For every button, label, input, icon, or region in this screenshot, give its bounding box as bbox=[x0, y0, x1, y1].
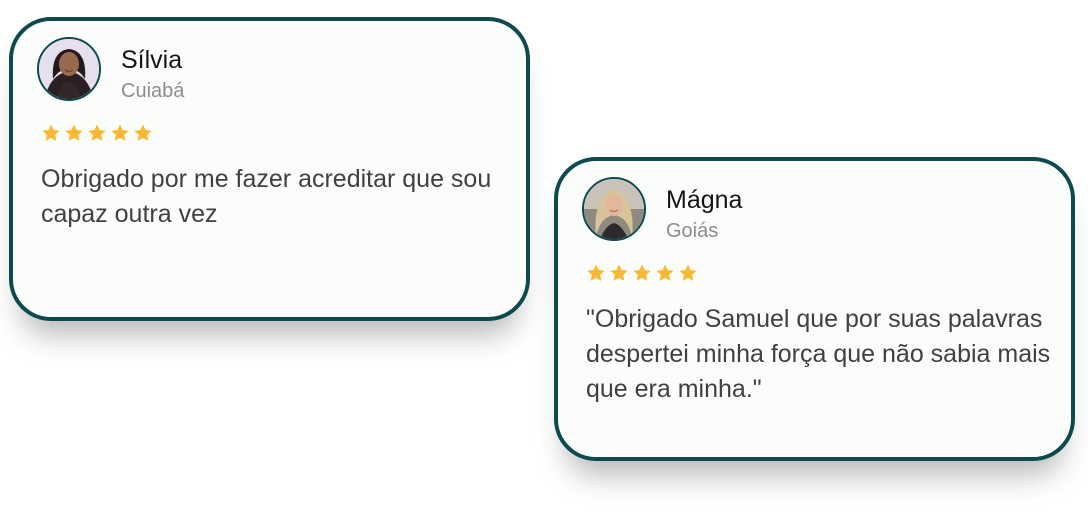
star-icon bbox=[65, 124, 83, 141]
reviewer-city: Goiás bbox=[666, 220, 719, 242]
star-rating bbox=[586, 263, 698, 283]
star-icon bbox=[88, 124, 106, 141]
star-icon bbox=[111, 124, 129, 141]
star-rating bbox=[41, 123, 153, 143]
avatar bbox=[582, 177, 646, 241]
woman-portrait-icon bbox=[39, 39, 99, 99]
testimonials-section: Sílvia Cuiabá Obrigado por me fazer acre… bbox=[0, 0, 1088, 520]
testimonial-quote: "Obrigado Samuel que por suas palavras d… bbox=[586, 305, 1051, 403]
reviewer-name: Sílvia bbox=[121, 46, 183, 74]
star-icon bbox=[587, 264, 605, 281]
star-icon bbox=[679, 264, 697, 281]
reviewer-city: Cuiabá bbox=[121, 80, 185, 102]
woman-portrait-icon bbox=[584, 179, 644, 239]
star-icon bbox=[633, 264, 651, 281]
star-icon bbox=[42, 124, 60, 141]
reviewer-name: Mágna bbox=[666, 186, 743, 214]
star-icon bbox=[656, 264, 674, 281]
testimonial-quote: Obrigado por me fazer acreditar que sou … bbox=[41, 165, 492, 228]
avatar bbox=[37, 37, 101, 101]
star-icon bbox=[610, 264, 628, 281]
testimonial-card: Sílvia Cuiabá Obrigado por me fazer acre… bbox=[9, 17, 530, 321]
star-icon bbox=[134, 124, 152, 141]
testimonial-card: Mágna Goiás "Obrigado Samuel que por sua… bbox=[554, 157, 1075, 461]
